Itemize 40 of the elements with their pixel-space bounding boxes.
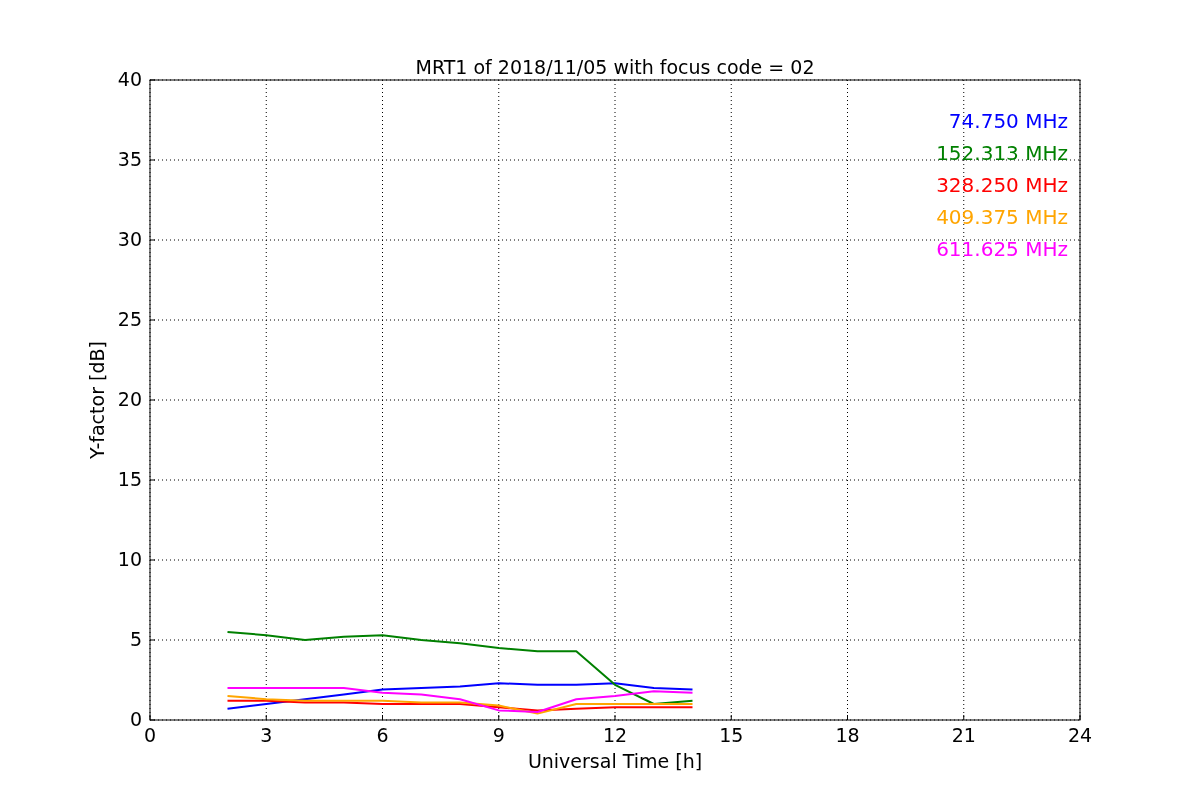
legend-label: 409.375 MHz bbox=[936, 205, 1068, 229]
x-tick-label: 18 bbox=[835, 724, 860, 746]
legend-label: 611.625 MHz bbox=[936, 237, 1068, 261]
tick-mark bbox=[382, 714, 383, 721]
x-tick-label: 21 bbox=[951, 724, 976, 746]
tick-mark bbox=[149, 159, 156, 161]
y-tick-label: 10 bbox=[117, 548, 142, 570]
x-axis-label: Universal Time [h] bbox=[527, 750, 703, 772]
tick-mark bbox=[149, 479, 156, 481]
x-tick-label: 12 bbox=[602, 724, 628, 746]
x-tick-label: 3 bbox=[260, 724, 273, 746]
tick-mark bbox=[149, 639, 156, 641]
y-tick-label: 20 bbox=[117, 388, 142, 410]
y-tick-label: 40 bbox=[117, 68, 142, 90]
tick-mark bbox=[149, 559, 156, 561]
tick-mark bbox=[614, 714, 616, 721]
x-tick-label: 0 bbox=[143, 724, 157, 746]
y-tick-label: 25 bbox=[117, 308, 142, 330]
legend-label: 152.313 MHz bbox=[936, 141, 1068, 165]
y-tick-label: 15 bbox=[117, 468, 142, 490]
tick-mark bbox=[730, 714, 732, 721]
y-tick-label: 30 bbox=[117, 228, 142, 250]
tick-mark bbox=[498, 714, 500, 721]
tick-mark bbox=[149, 239, 156, 241]
y-tick-label: 0 bbox=[129, 708, 142, 730]
chart-title: MRT1 of 2018/11/05 with focus code = 02 bbox=[415, 56, 815, 78]
y-axis-label: Y-factor [dB] bbox=[86, 341, 108, 459]
tick-mark bbox=[265, 714, 267, 721]
tick-mark bbox=[149, 319, 156, 321]
x-tick-label: 15 bbox=[719, 724, 744, 746]
x-tick-label: 6 bbox=[376, 724, 389, 746]
legend-label: 74.750 MHz bbox=[948, 109, 1068, 133]
tick-mark bbox=[847, 714, 848, 721]
tick-mark bbox=[149, 399, 156, 401]
tick-mark bbox=[963, 714, 965, 721]
y-tick-label: 5 bbox=[129, 628, 142, 650]
x-tick-label: 9 bbox=[492, 724, 505, 746]
legend-label: 328.250 MHz bbox=[936, 173, 1068, 197]
x-tick-label: 24 bbox=[1067, 724, 1093, 746]
y-tick-label: 35 bbox=[117, 148, 142, 170]
